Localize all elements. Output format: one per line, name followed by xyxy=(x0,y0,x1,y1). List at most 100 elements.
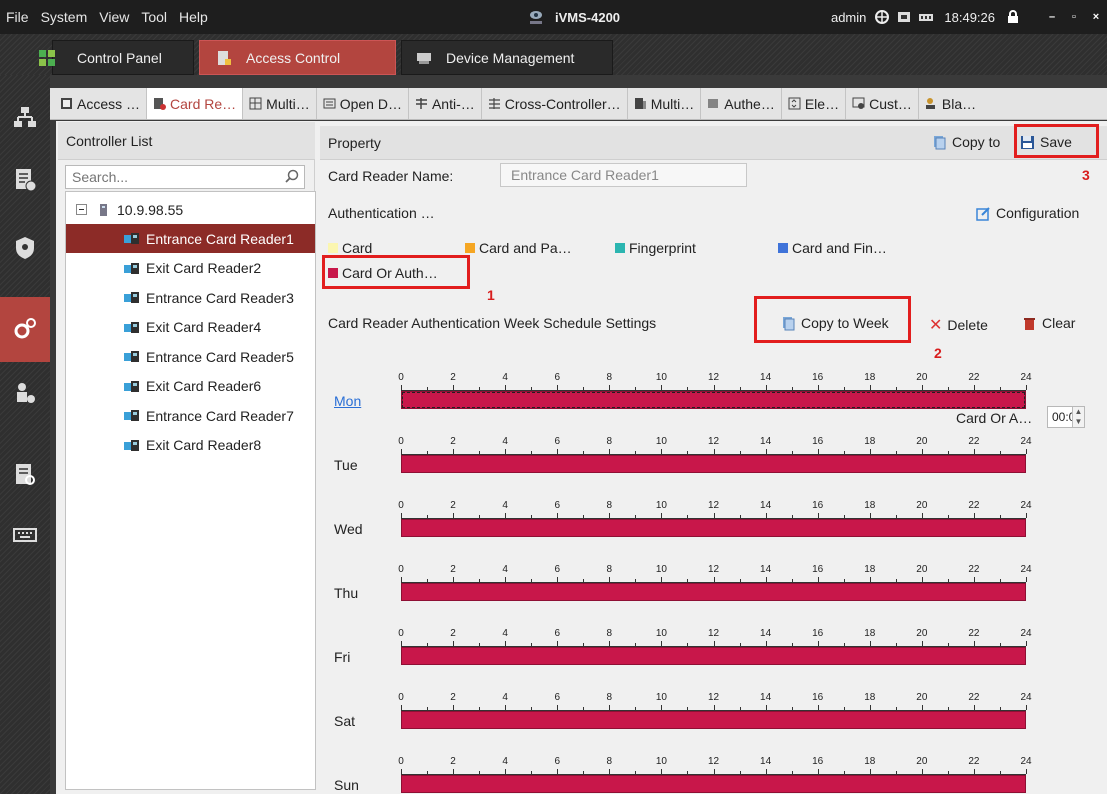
time-spinbox[interactable]: 00:00 ▲ ▼ xyxy=(1047,406,1085,428)
subtab-cross-controller[interactable]: Cross-Controller… xyxy=(482,88,628,119)
subtab-open-door[interactable]: Open D… xyxy=(317,88,409,119)
tick-mark xyxy=(635,451,637,454)
tick-mark xyxy=(947,579,949,582)
tick-mark xyxy=(921,449,923,454)
report-search-icon[interactable] xyxy=(12,462,38,488)
tree-reader-node[interactable]: Exit Card Reader4 xyxy=(66,313,315,342)
spin-arrows-icon[interactable]: ▲ ▼ xyxy=(1072,407,1084,427)
subtab-label: Cross-Controller… xyxy=(504,95,621,112)
tab-access-control[interactable]: Access Control xyxy=(199,40,396,75)
close-button[interactable]: × xyxy=(1085,8,1107,26)
subtab-access[interactable]: Access … xyxy=(50,88,148,119)
subtab-card-reader[interactable]: Card Re… xyxy=(147,88,244,119)
subtab-elevator[interactable]: Ele… xyxy=(782,88,847,119)
subtab-multi-door[interactable]: Multi… xyxy=(628,88,702,119)
tick-mark xyxy=(947,707,949,710)
tick-label: 18 xyxy=(864,500,876,511)
tick-label: 4 xyxy=(502,500,508,511)
search-icon[interactable] xyxy=(284,169,300,185)
tree-reader-node[interactable]: Entrance Card Reader5 xyxy=(66,342,315,371)
subtab-multi[interactable]: Multi… xyxy=(243,88,317,119)
tick-mark xyxy=(479,771,481,774)
tick-mark xyxy=(791,707,793,710)
shield-icon[interactable] xyxy=(12,235,38,261)
controller-list-panel: Controller List 10.9.98.55 Entrance Card… xyxy=(58,122,316,790)
tree-reader-node[interactable]: Entrance Card Reader7 xyxy=(66,401,315,430)
tick-mark xyxy=(739,707,741,710)
multi-icon xyxy=(249,97,262,110)
event-log-icon[interactable] xyxy=(12,167,38,193)
tick-mark xyxy=(635,707,637,710)
tick-label: 18 xyxy=(864,628,876,639)
tick-mark xyxy=(609,449,611,454)
subtab-label: Multi… xyxy=(650,95,695,112)
user-name[interactable]: admin xyxy=(831,10,866,25)
tick-label: 6 xyxy=(554,436,561,447)
subtab-blacklist[interactable]: Bla… xyxy=(919,88,982,119)
minimize-button[interactable]: – xyxy=(1041,8,1063,26)
tab-control-panel[interactable]: Control Panel xyxy=(39,40,194,75)
tree-reader-node[interactable]: Exit Card Reader8 xyxy=(66,431,315,460)
schedule-bar-sat[interactable] xyxy=(401,711,1026,729)
tick-mark xyxy=(557,449,559,454)
tick-mark xyxy=(895,579,897,582)
tick-label: 24 xyxy=(1020,628,1032,639)
schedule-bar-wed[interactable] xyxy=(401,519,1026,537)
menu-view[interactable]: View xyxy=(93,0,135,34)
schedule-bar-fri[interactable] xyxy=(401,647,1026,665)
menu-system[interactable]: System xyxy=(35,0,94,34)
tick-label: 16 xyxy=(812,756,824,767)
menu-file[interactable]: File xyxy=(0,0,35,34)
tick-label: 16 xyxy=(812,564,824,575)
subtab-label: Open D… xyxy=(339,95,402,112)
tick-mark xyxy=(479,387,481,390)
tree-reader-node[interactable]: Exit Card Reader6 xyxy=(66,372,315,401)
subtab-authentication[interactable]: Authe… xyxy=(701,88,782,119)
maximize-button[interactable]: ▫ xyxy=(1063,8,1085,26)
tab-device-management[interactable]: Device Management xyxy=(401,40,613,75)
tick-mark xyxy=(583,451,585,454)
tree-root-node[interactable]: 10.9.98.55 xyxy=(66,195,315,224)
subtab-label: Multi… xyxy=(266,95,310,112)
status-area: admin 18:49:26 – ▫ × xyxy=(831,0,1107,34)
tick-label: 8 xyxy=(606,564,613,575)
tick-label: 12 xyxy=(707,692,720,703)
keyboard-icon[interactable] xyxy=(12,522,38,548)
collapse-toggle-icon[interactable] xyxy=(76,204,87,215)
tick-mark xyxy=(687,387,689,390)
tick-label: 10 xyxy=(655,564,667,575)
schedule-bar-sun[interactable] xyxy=(401,775,1026,793)
tick-label: 14 xyxy=(760,692,772,703)
subtab-custom[interactable]: Cust… xyxy=(846,88,919,119)
tick-mark xyxy=(505,769,507,774)
schedule-bar-mon[interactable] xyxy=(401,391,1026,409)
menu-tool[interactable]: Tool xyxy=(135,0,173,34)
menu-help[interactable]: Help xyxy=(173,0,214,34)
card-reader-icon xyxy=(124,321,139,333)
tab-control-panel-label: Control Panel xyxy=(77,49,162,66)
network-tree-icon[interactable] xyxy=(12,105,38,131)
tree-reader-node[interactable]: Entrance Card Reader3 xyxy=(66,283,315,312)
person-camera-icon[interactable] xyxy=(12,380,38,406)
tick-label: 18 xyxy=(864,756,876,767)
tick-mark xyxy=(531,515,533,518)
lock-icon[interactable] xyxy=(1005,10,1021,24)
tick-label: 4 xyxy=(502,372,508,383)
schedule-bar-tue[interactable] xyxy=(401,455,1026,473)
tick-label: 10 xyxy=(655,500,667,511)
tree-reader-node[interactable]: Exit Card Reader2 xyxy=(66,254,315,283)
subtab-anti-passback[interactable]: Anti-… xyxy=(409,88,482,119)
tick-label: 12 xyxy=(707,756,720,767)
tick-label: 20 xyxy=(916,756,928,767)
schedule-bar-thu[interactable] xyxy=(401,583,1026,601)
menu-bar: File System View Tool Help xyxy=(0,0,214,34)
search-input[interactable] xyxy=(66,166,281,188)
day-label-mon[interactable]: Mon xyxy=(334,393,361,409)
tree-reader-node[interactable]: Entrance Card Reader1 xyxy=(66,224,315,253)
tick-label: 24 xyxy=(1020,500,1032,511)
tick-label: 16 xyxy=(812,692,824,703)
tick-mark xyxy=(661,449,663,454)
settings-gears-icon[interactable] xyxy=(12,316,38,342)
tick-label: 20 xyxy=(916,564,928,575)
tick-mark xyxy=(557,705,559,710)
